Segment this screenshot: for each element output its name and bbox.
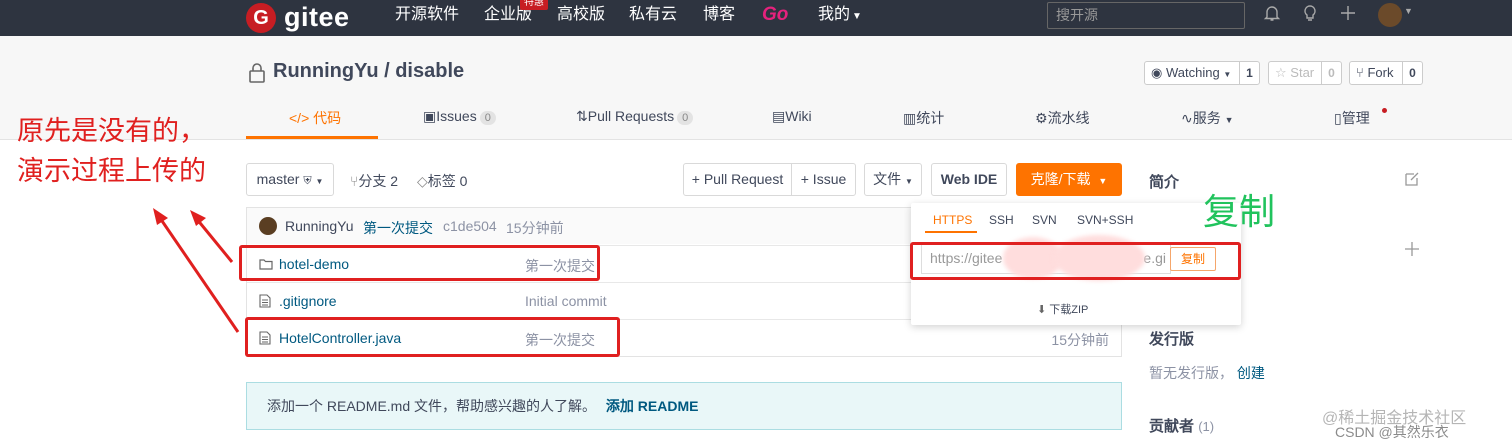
arrow-to-java-file <box>153 208 240 333</box>
annotation-arrows <box>153 208 240 333</box>
watermark-line2: CSDN @其然乐衣 <box>1335 424 1449 440</box>
arrow-to-folder <box>190 210 234 263</box>
copy-annotation: 复制 <box>1203 191 1276 232</box>
